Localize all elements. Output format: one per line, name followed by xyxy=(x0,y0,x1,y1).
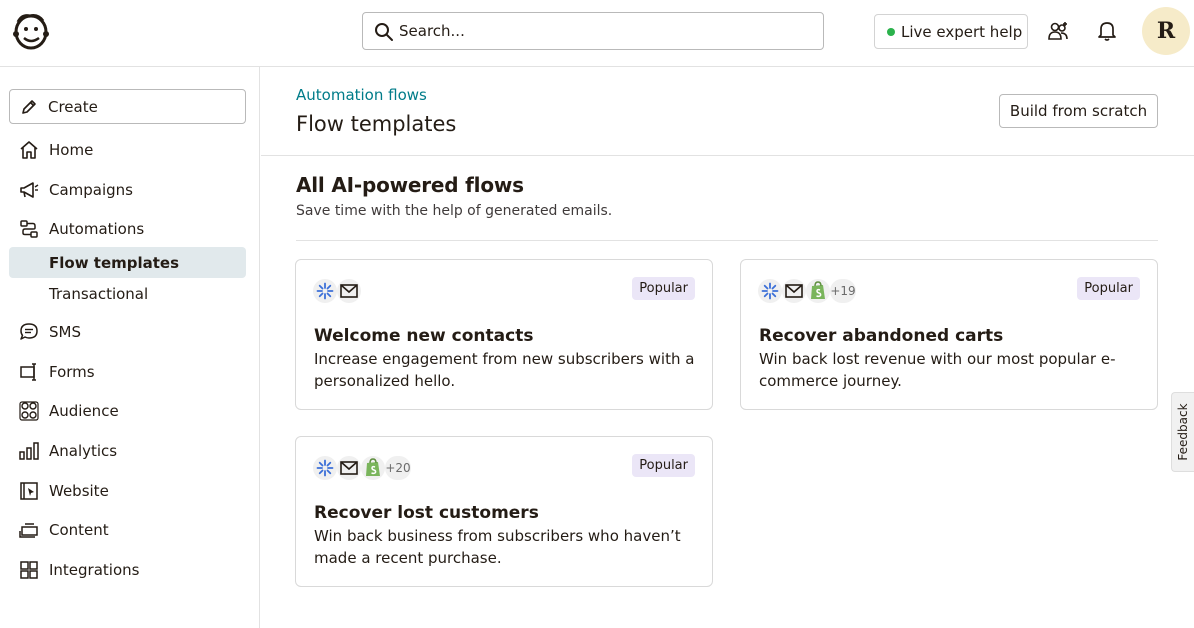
sidebar-item-integrations[interactable]: Integrations xyxy=(9,554,246,586)
megaphone-icon xyxy=(17,178,41,202)
popular-badge: Popular xyxy=(632,277,695,300)
sidebar-item-campaigns[interactable]: Campaigns xyxy=(9,174,246,206)
sidebar: Create Home Campaigns Automations Flow t… xyxy=(0,67,260,628)
audience-icon xyxy=(17,399,41,423)
bell-icon[interactable] xyxy=(1094,18,1120,44)
mail-icon xyxy=(782,279,806,303)
live-expert-help-button[interactable]: Live expert help xyxy=(874,14,1028,49)
sidebar-item-content[interactable]: Content xyxy=(9,514,246,546)
top-bar: Live expert help R xyxy=(0,0,1194,67)
sidebar-item-label: SMS xyxy=(49,323,81,341)
home-icon xyxy=(17,138,41,162)
sidebar-item-label: Analytics xyxy=(49,442,118,460)
sms-icon xyxy=(17,320,41,344)
sidebar-item-website[interactable]: Website xyxy=(9,475,246,507)
page-header: Automation flows Flow templates Build fr… xyxy=(261,67,1194,156)
analytics-icon xyxy=(17,439,41,463)
pencil-icon xyxy=(22,99,36,114)
sidebar-item-audience[interactable]: Audience xyxy=(9,395,246,427)
breadcrumb-automation-flows[interactable]: Automation flows xyxy=(296,86,427,104)
sidebar-subitem-transactional[interactable]: Transactional xyxy=(9,278,246,309)
avatar[interactable]: R xyxy=(1142,7,1190,55)
card-description: Increase engagement from new subscribers… xyxy=(314,350,695,390)
live-help-label: Live expert help xyxy=(901,22,1023,41)
ai-sparkle-icon xyxy=(313,456,337,480)
sidebar-item-label: Home xyxy=(49,141,94,159)
build-from-scratch-button[interactable]: Build from scratch xyxy=(999,94,1158,128)
feedback-tab[interactable]: Feedback xyxy=(1171,392,1194,472)
sidebar-item-label: Forms xyxy=(49,363,95,381)
feedback-label: Feedback xyxy=(1176,403,1190,461)
sidebar-item-label: Website xyxy=(49,482,109,500)
create-button[interactable]: Create xyxy=(9,89,246,124)
mail-icon xyxy=(337,279,361,303)
online-status-dot xyxy=(887,27,895,36)
mailchimp-logo-icon[interactable] xyxy=(10,10,52,52)
main-content: Automation flows Flow templates Build fr… xyxy=(261,67,1194,628)
card-icons xyxy=(313,279,361,303)
sidebar-subitem-label: Flow templates xyxy=(49,253,180,272)
content-icon xyxy=(17,518,41,542)
ai-sparkle-icon xyxy=(758,279,782,303)
flow-card-welcome-new-contacts[interactable]: Popular Welcome new contacts Increase en… xyxy=(295,259,713,410)
sidebar-item-forms[interactable]: Forms xyxy=(9,356,246,388)
flow-card-recover-abandoned-carts[interactable]: +19 Popular Recover abandoned carts Win … xyxy=(740,259,1158,410)
sidebar-item-label: Integrations xyxy=(49,561,140,579)
sidebar-item-label: Content xyxy=(49,521,109,539)
card-title: Recover abandoned carts xyxy=(759,326,1004,346)
more-integrations-count: +20 xyxy=(385,456,411,480)
card-title: Recover lost customers xyxy=(314,503,539,523)
ai-sparkle-icon xyxy=(313,279,337,303)
mail-icon xyxy=(337,456,361,480)
search-icon xyxy=(375,23,393,41)
page-title: Flow templates xyxy=(296,112,457,136)
avatar-initial: R xyxy=(1156,18,1176,44)
sidebar-item-sms[interactable]: SMS xyxy=(9,316,246,348)
sidebar-item-home[interactable]: Home xyxy=(9,134,246,166)
create-label: Create xyxy=(48,97,98,116)
search-input[interactable] xyxy=(399,13,809,49)
popular-badge: Popular xyxy=(1077,277,1140,300)
shopify-icon xyxy=(361,456,385,480)
invite-user-icon[interactable] xyxy=(1045,18,1071,44)
sidebar-item-label: Automations xyxy=(49,220,145,238)
card-icons: +20 xyxy=(313,456,411,480)
forms-icon xyxy=(17,360,41,384)
card-description: Win back business from subscribers who h… xyxy=(314,527,681,567)
flow-card-recover-lost-customers[interactable]: +20 Popular Recover lost customers Win b… xyxy=(295,436,713,587)
sidebar-item-automations[interactable]: Automations xyxy=(9,213,246,245)
popular-badge: Popular xyxy=(632,454,695,477)
sidebar-item-label: Audience xyxy=(49,402,119,420)
section-title: All AI-powered flows xyxy=(296,173,524,197)
sidebar-item-label: Campaigns xyxy=(49,181,134,199)
card-title: Welcome new contacts xyxy=(314,326,534,346)
more-integrations-count: +19 xyxy=(830,279,856,303)
section-divider xyxy=(296,240,1158,241)
card-icons: +19 xyxy=(758,279,856,303)
section-subtitle: Save time with the help of generated ema… xyxy=(296,203,613,219)
search-field[interactable] xyxy=(362,12,824,50)
card-description: Win back lost revenue with our most popu… xyxy=(759,350,1116,390)
automation-icon xyxy=(17,217,41,241)
shopify-icon xyxy=(806,279,830,303)
integrations-icon xyxy=(17,558,41,582)
website-icon xyxy=(17,479,41,503)
sidebar-subitem-label: Transactional xyxy=(49,284,149,303)
sidebar-subitem-flow-templates[interactable]: Flow templates xyxy=(9,247,246,278)
sidebar-item-analytics[interactable]: Analytics xyxy=(9,435,246,467)
